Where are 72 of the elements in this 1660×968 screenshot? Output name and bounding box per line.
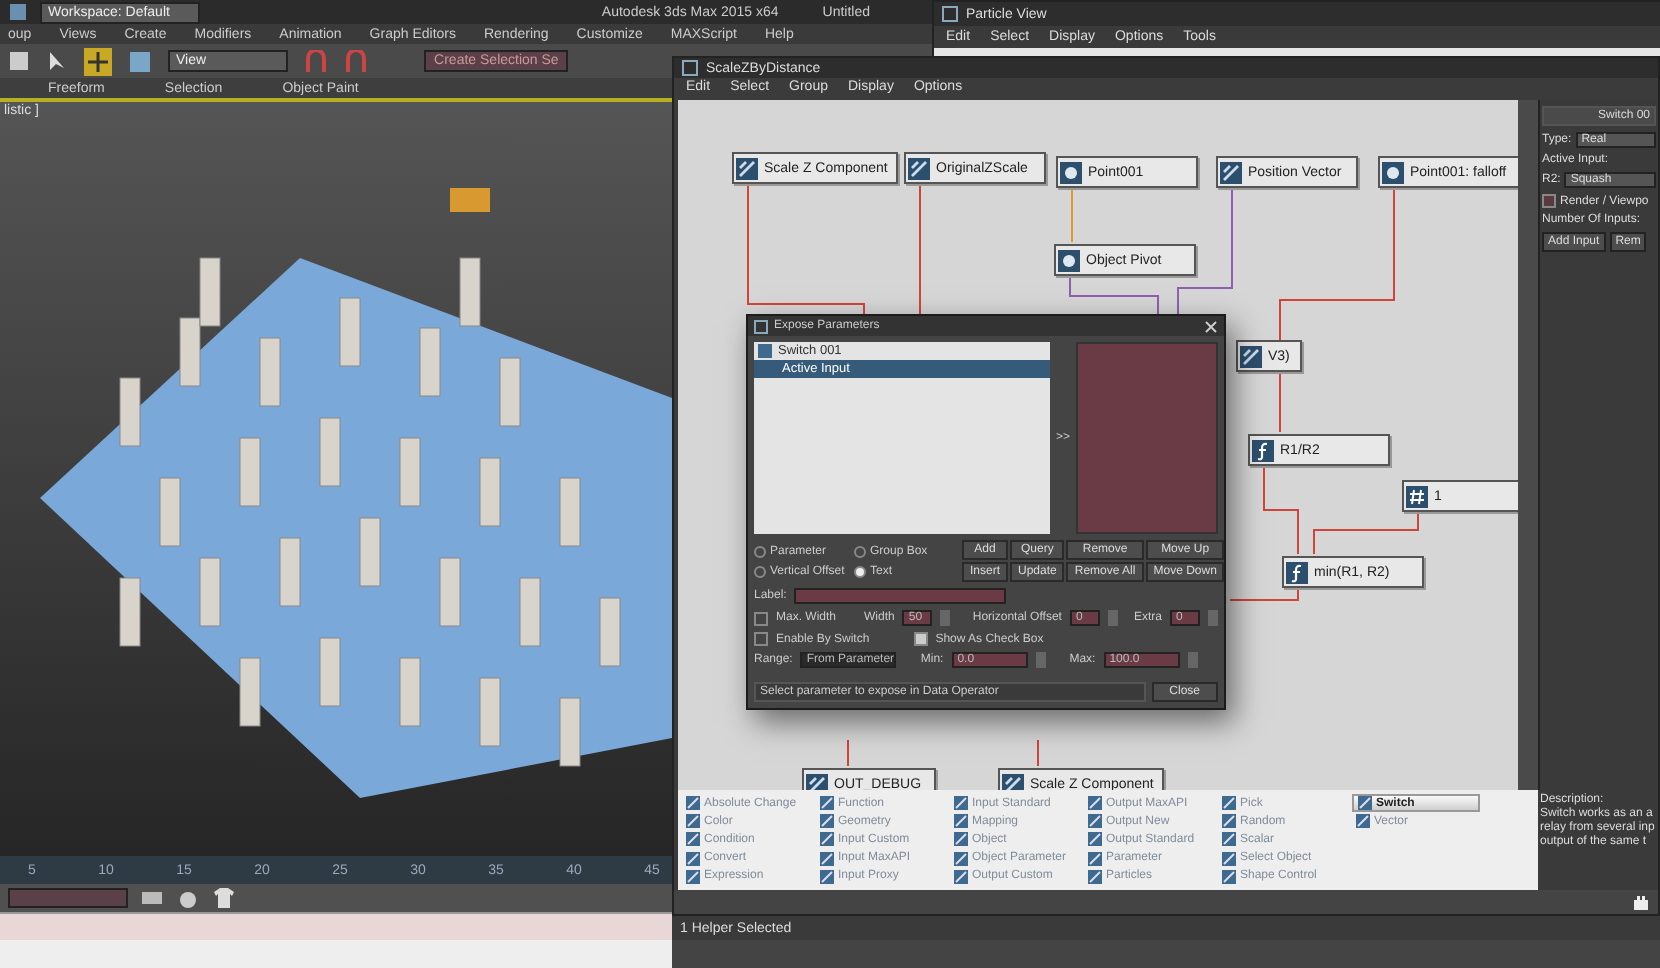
hash-icon [1406, 485, 1428, 507]
spinner-icon[interactable] [1107, 610, 1118, 626]
script-icon [806, 773, 828, 790]
script-icon [1220, 161, 1242, 183]
operator-icon [686, 869, 700, 884]
layer-field[interactable] [8, 888, 128, 908]
connection-wire [1263, 465, 1299, 555]
radio-button[interactable] [754, 545, 766, 557]
operator-icon [820, 869, 834, 884]
operator-icon [686, 851, 700, 866]
script-icon [1002, 773, 1024, 790]
spinner-icon[interactable] [1187, 652, 1198, 668]
connection-wire [1071, 187, 1073, 243]
hand-icon [1630, 892, 1650, 912]
operator-icon [1356, 814, 1370, 829]
script-icon [736, 157, 758, 179]
window-icon [754, 319, 768, 333]
spinner-icon[interactable] [1035, 652, 1046, 668]
operator-icon [1088, 851, 1102, 866]
operator-icon [954, 832, 968, 847]
operator-icon [954, 851, 968, 866]
connection-wire [847, 739, 849, 767]
operator-icon [1222, 851, 1236, 866]
operator-icon [820, 814, 834, 829]
checkbox[interactable] [754, 611, 768, 625]
operator-icon [954, 796, 968, 811]
checkbox[interactable] [913, 632, 928, 646]
radio-button[interactable] [854, 565, 866, 577]
radio-button[interactable] [754, 565, 766, 577]
operator-icon [1088, 832, 1102, 847]
operator-icon [820, 832, 834, 847]
operator-icon [954, 869, 968, 884]
operator-icon [820, 796, 834, 811]
circle-icon [1382, 161, 1404, 183]
operator-icon [1088, 796, 1102, 811]
checkbox[interactable] [754, 632, 768, 646]
magnet-icon [304, 49, 329, 73]
operator-icon [1088, 814, 1102, 829]
script-icon [908, 157, 930, 179]
connection-wire [1037, 739, 1039, 767]
window-icon [682, 60, 698, 76]
checkbox[interactable] [1542, 194, 1556, 208]
connection-wire [1313, 511, 1419, 555]
operator-icon [1088, 869, 1102, 884]
app-logo-icon [8, 2, 28, 22]
cursor-icon [46, 50, 68, 72]
script-icon [1240, 345, 1262, 367]
function-icon [1252, 439, 1274, 461]
magnet-icon [344, 49, 369, 73]
operator-icon [1222, 869, 1236, 884]
operator-icon [820, 851, 834, 866]
operator-icon [1222, 814, 1236, 829]
circle-icon [1058, 249, 1080, 271]
operator-icon [686, 832, 700, 847]
radio-button[interactable] [854, 545, 866, 557]
maxscript-output-field[interactable] [0, 940, 672, 968]
operator-icon [1222, 796, 1236, 811]
circle-icon [1060, 161, 1082, 183]
node-icon [758, 344, 772, 358]
operator-icon [1358, 796, 1372, 811]
spinner-icon[interactable] [940, 610, 951, 626]
maxscript-listener-field[interactable] [0, 912, 672, 940]
operator-icon [954, 814, 968, 829]
function-icon [1286, 561, 1308, 583]
operator-icon [686, 796, 700, 811]
close-icon [1204, 319, 1218, 333]
shirt-icon [212, 886, 236, 910]
connection-wire [1229, 587, 1299, 601]
window-icon [942, 6, 958, 22]
operator-icon [686, 814, 700, 829]
operator-icon [1222, 832, 1236, 847]
label-field[interactable] [794, 588, 1007, 604]
